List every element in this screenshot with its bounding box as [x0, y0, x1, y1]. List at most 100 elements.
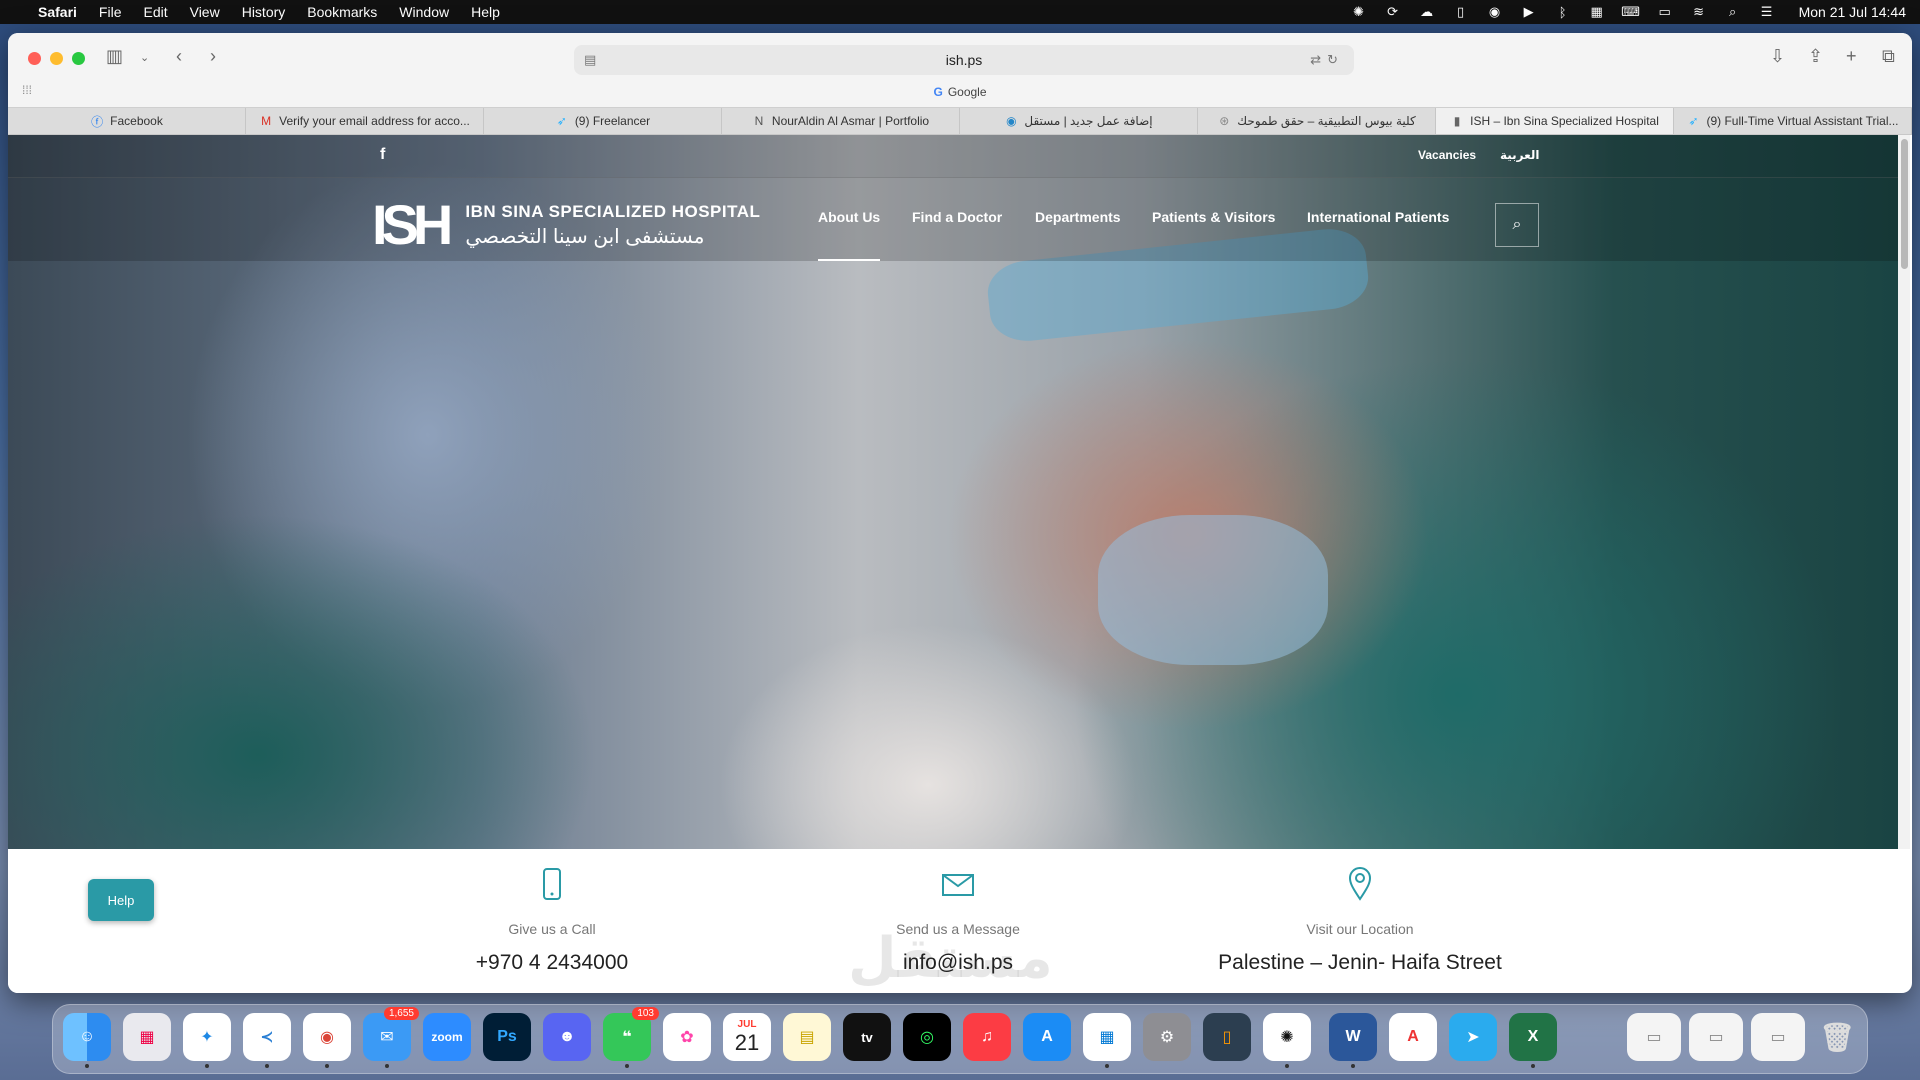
system-settings-icon[interactable]: ⚙ — [1143, 1013, 1191, 1061]
screen-status-icon[interactable]: ◉ — [1487, 4, 1503, 19]
ish-icon: ▮ — [1453, 114, 1461, 128]
tab-label: إضافة عمل جديد | مستقل — [1024, 114, 1153, 128]
url-text[interactable]: ish.ps — [946, 52, 983, 68]
sync-status-icon[interactable]: ⟳ — [1385, 4, 1401, 19]
menu-history[interactable]: History — [242, 4, 286, 20]
acrobat-icon[interactable]: A — [1389, 1013, 1437, 1061]
tab-college[interactable]: ⊛ كلية بيوس التطبيقية – حقق طموحك — [1198, 108, 1436, 134]
tab-freelancer[interactable]: ➶ (9) Freelancer — [484, 108, 722, 134]
finder-icon[interactable]: ☺ — [63, 1013, 111, 1068]
cloud-status-icon[interactable]: ☁ — [1419, 4, 1435, 19]
menu-clock[interactable]: Mon 21 Jul 14:44 — [1799, 4, 1906, 20]
new-tab-icon[interactable]: + — [1846, 46, 1857, 67]
minimize-window-button[interactable] — [50, 52, 63, 65]
browser-toolbar: ▥ ⌄ ‹ › ▤ ish.ps ⇄↻ ⇩ ⇪ + ⧉ ⁞⁞⁞ G Google — [8, 33, 1912, 107]
excel-icon[interactable]: X — [1509, 1013, 1557, 1068]
menu-app-name[interactable]: Safari — [38, 4, 77, 20]
menu-bookmarks[interactable]: Bookmarks — [307, 4, 377, 20]
keyboard-status-icon[interactable]: ⌨ — [1621, 4, 1640, 19]
windows-status-icon[interactable]: ▦ — [1589, 4, 1605, 19]
spotlight-search-icon[interactable]: ⌕ — [1725, 4, 1741, 19]
minimized-window-3-icon[interactable]: ▭ — [1751, 1013, 1805, 1061]
back-icon[interactable]: ‹ — [176, 46, 182, 67]
contact-message-value[interactable]: info@ish.ps — [778, 951, 1138, 975]
site-logo[interactable]: ISH IBN SINA SPECIALIZED HOSPITAL مستشفى… — [372, 197, 760, 253]
trash-icon[interactable]: 🗑 — [1813, 1013, 1861, 1061]
nav-about-us[interactable]: About Us — [818, 209, 880, 225]
tab-ish[interactable]: ▮ ISH – Ibn Sina Specialized Hospital — [1436, 108, 1674, 134]
notes-icon[interactable]: ▤ — [783, 1013, 831, 1061]
control-center-icon[interactable]: ☰ — [1759, 4, 1775, 19]
openai-status-icon[interactable]: ✺ — [1351, 4, 1367, 19]
mouse-status-icon[interactable]: ▯ — [1453, 4, 1469, 19]
mail-badge: 1,655 — [383, 1007, 419, 1020]
nav-departments[interactable]: Departments — [1035, 209, 1121, 225]
bluetooth-icon[interactable]: ᛒ — [1555, 5, 1571, 20]
tab-gmail[interactable]: M Verify your email address for acco... — [246, 108, 484, 134]
minimized-window-1-icon[interactable]: ▭ — [1627, 1013, 1681, 1061]
search-engine-label: Google — [947, 85, 987, 99]
tab-virtual-assistant[interactable]: ➶ (9) Full-Time Virtual Assistant Trial.… — [1674, 108, 1912, 134]
chrome-icon[interactable]: ◉ — [303, 1013, 351, 1068]
app-store-icon[interactable]: A — [1023, 1013, 1071, 1061]
chatgpt-icon[interactable]: ✺ — [1263, 1013, 1311, 1068]
forward-icon[interactable]: › — [210, 46, 216, 67]
contact-call-value[interactable]: +970 4 2434000 — [372, 951, 732, 975]
music-icon[interactable]: ♫ — [963, 1013, 1011, 1061]
menu-edit[interactable]: Edit — [143, 4, 167, 20]
page-scrollbar-thumb[interactable] — [1901, 139, 1908, 269]
messages-icon[interactable]: ❝ 103 — [603, 1007, 659, 1068]
mail-app-icon[interactable]: ✉ 1,655 — [363, 1007, 419, 1068]
menu-file[interactable]: File — [99, 4, 122, 20]
play-status-icon[interactable]: ▶ — [1521, 4, 1537, 19]
downloads-icon[interactable]: ⇩ — [1770, 46, 1785, 67]
tab-portfolio[interactable]: N NourAldin Al Asmar | Portfolio — [722, 108, 960, 134]
tab-facebook[interactable]: ⓕ Facebook — [8, 108, 246, 134]
menu-help[interactable]: Help — [471, 4, 500, 20]
sidebar-toggle-icon[interactable]: ▥ — [106, 46, 123, 67]
page-settings-icon[interactable]: ▤ — [584, 52, 596, 68]
mostaql-icon: ◉ — [1006, 114, 1017, 128]
zoom-icon[interactable]: zoom — [423, 1013, 471, 1061]
vacancies-link[interactable]: Vacancies — [1418, 148, 1476, 162]
translate-reload-icon[interactable]: ⇄↻ — [1310, 52, 1344, 68]
address-bar[interactable]: ▤ ish.ps ⇄↻ — [574, 45, 1354, 75]
logo-text: IBN SINA SPECIALIZED HOSPITAL مستشفى ابن… — [465, 202, 760, 249]
contact-call: Give us a Call +970 4 2434000 — [372, 849, 732, 975]
apple-tv-icon[interactable]: tv — [843, 1013, 891, 1061]
tab-mostaql[interactable]: ◉ إضافة عمل جديد | مستقل — [960, 108, 1198, 134]
nav-find-a-doctor[interactable]: Find a Doctor — [912, 209, 1002, 225]
close-window-button[interactable] — [28, 52, 41, 65]
menu-window[interactable]: Window — [399, 4, 449, 20]
vscode-icon[interactable]: ≺ — [243, 1013, 291, 1068]
arabic-language-link[interactable]: العربية — [1500, 148, 1540, 162]
photos-icon[interactable]: ✿ — [663, 1013, 711, 1061]
messages-badge: 103 — [632, 1007, 659, 1020]
chevron-down-icon[interactable]: ⌄ — [140, 51, 149, 64]
wifi-icon[interactable]: ≋ — [1691, 4, 1707, 19]
safari-icon[interactable]: ✦ — [183, 1013, 231, 1068]
tab-overview-icon[interactable]: ⧉ — [1882, 46, 1895, 67]
college-icon: ⊛ — [1219, 114, 1230, 128]
calendar-icon[interactable]: JUL 21 — [723, 1013, 771, 1061]
contact-message: Send us a Message info@ish.ps — [778, 849, 1138, 975]
share-icon[interactable]: ⇪ — [1808, 46, 1823, 67]
help-button[interactable]: Help — [88, 879, 154, 921]
site-search-button[interactable]: ⌕ — [1495, 203, 1539, 247]
contact-location-value[interactable]: Palestine – Jenin- Haifa Street — [1180, 951, 1540, 975]
word-icon[interactable]: W — [1329, 1013, 1377, 1068]
discord-icon[interactable]: ☻ — [543, 1013, 591, 1061]
nav-patients-visitors[interactable]: Patients & Visitors — [1152, 209, 1275, 225]
facebook-icon[interactable]: f — [380, 146, 385, 164]
zoom-window-button[interactable] — [72, 52, 85, 65]
minimized-window-2-icon[interactable]: ▭ — [1689, 1013, 1743, 1061]
menu-view[interactable]: View — [190, 4, 220, 20]
telegram-icon[interactable]: ➤ — [1449, 1013, 1497, 1061]
windows-app-icon[interactable]: ▦ — [1083, 1013, 1131, 1068]
iphone-mirroring-icon[interactable]: ▯ — [1203, 1013, 1251, 1061]
launchpad-icon[interactable]: ▦ — [123, 1013, 171, 1061]
photoshop-icon[interactable]: Ps — [483, 1013, 531, 1061]
nav-international-patients[interactable]: International Patients — [1307, 209, 1449, 225]
battery-icon[interactable]: ▭ — [1657, 4, 1673, 19]
activity-monitor-icon[interactable]: ◎ — [903, 1013, 951, 1061]
